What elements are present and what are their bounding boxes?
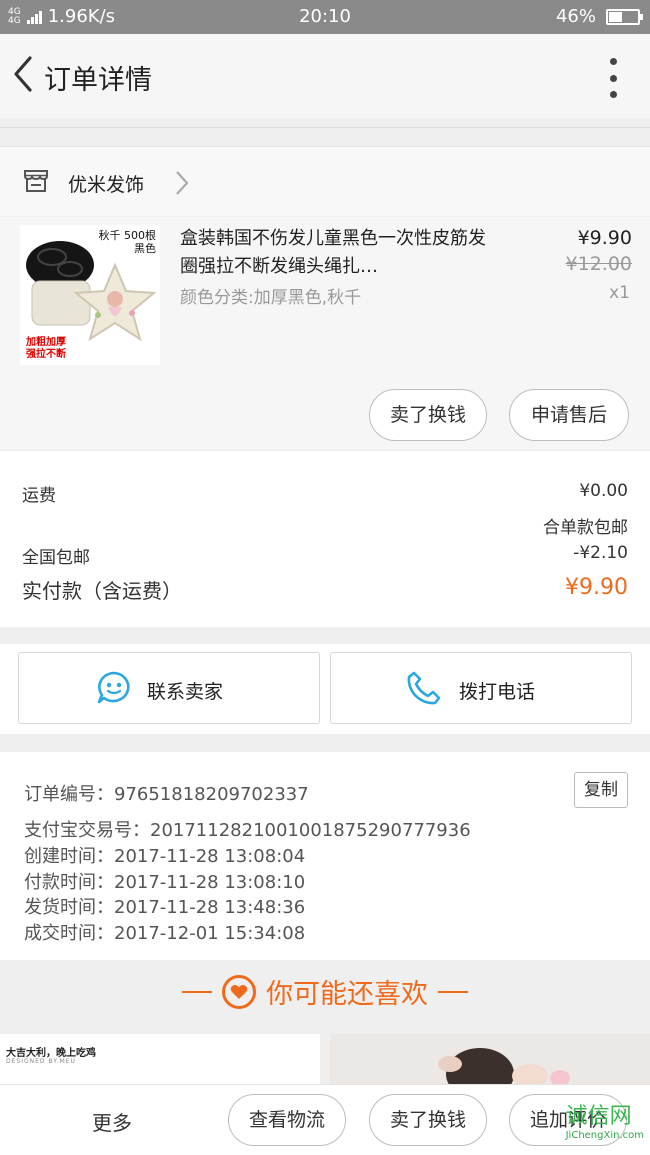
free-shipping-value: -¥2.10 <box>573 543 628 563</box>
chevron-left-icon <box>14 56 32 92</box>
recommend-card[interactable]: 大吉大利，晚上吃鸡 DESIGNED BY.MEU <box>0 1034 320 1084</box>
sell-button[interactable]: 卖了换钱 <box>369 1094 487 1146</box>
recommend-title: 你可能还喜欢 <box>266 979 428 1010</box>
aftersale-button[interactable]: 申请售后 <box>509 389 629 441</box>
free-shipping-row: 全国包邮 -¥2.10 <box>22 543 628 568</box>
page-title: 订单详情 <box>44 65 152 96</box>
product-quantity: x1 <box>609 283 630 303</box>
card-image <box>330 1034 650 1100</box>
card-title: 大吉大利，晚上吃鸡 <box>6 1048 96 1059</box>
product-image[interactable]: 秋千 500根 黑色 加粗加厚 强拉不断 <box>20 225 160 365</box>
divider-left <box>182 990 212 993</box>
product-price: ¥9.90 <box>577 227 632 249</box>
shipping-value: ¥0.00 <box>579 481 628 501</box>
contact-seller-label: 联系卖家 <box>147 681 224 703</box>
view-logistics-button[interactable]: 查看物流 <box>228 1094 346 1146</box>
order-info: 订单编号：97651818209702337 复制 支付宝交易号：2017112… <box>0 752 650 960</box>
created-time: 创建时间：2017-11-28 13:08:04 <box>24 846 306 867</box>
shop-row[interactable]: 优米发饰 <box>0 146 650 216</box>
status-bar: 4G 4G 1.96K/s 20:10 46% <box>0 0 650 34</box>
card-subtitle: DESIGNED BY.MEU <box>6 1058 76 1065</box>
product-sku: 颜色分类:加厚黑色,秋千 <box>180 288 362 308</box>
sell-button[interactable]: 卖了换钱 <box>369 389 487 441</box>
product-title[interactable]: 盒装韩国不伤发儿童黑色一次性皮筋发圈强拉不断发绳头绳扎… <box>180 225 500 281</box>
watermark: 诚信网 JiChengXin.com <box>565 1104 644 1141</box>
nav-bar: 订单详情 <box>0 34 650 118</box>
shipping-row: 运费 ¥0.00 <box>22 481 628 506</box>
contact-bar: 联系卖家 拨打电话 <box>0 644 650 734</box>
heart-icon <box>222 974 256 1009</box>
order-number: 订单编号：97651818209702337 <box>24 784 309 805</box>
status-right: 46% <box>555 6 643 27</box>
total-value: ¥9.90 <box>565 575 628 600</box>
original-price: ¥12.00 <box>565 253 632 275</box>
shop-name: 优米发饰 <box>68 174 145 196</box>
more-vertical-icon[interactable] <box>606 58 620 98</box>
recommend-header: 你可能还喜欢 <box>0 960 650 1028</box>
bottom-action-bar: 更多 查看物流 卖了换钱 追加评价 <box>0 1084 650 1155</box>
total-row: 实付款（含运费） ¥9.90 <box>22 575 628 604</box>
contact-seller-button[interactable]: 联系卖家 <box>18 652 320 724</box>
battery-icon <box>606 8 643 25</box>
recommend-list: 大吉大利，晚上吃鸡 DESIGNED BY.MEU <box>0 1034 650 1100</box>
chat-bubble-icon <box>97 671 130 704</box>
recommend-card[interactable] <box>330 1034 650 1100</box>
chevron-right-icon <box>176 171 189 195</box>
shipping-label: 运费 <box>22 486 56 506</box>
store-icon <box>24 170 48 192</box>
copy-button[interactable]: 复制 <box>574 772 628 808</box>
call-phone-button[interactable]: 拨打电话 <box>330 652 632 724</box>
shipped-time: 发货时间：2017-11-28 13:48:36 <box>24 897 306 918</box>
paid-time: 付款时间：2017-11-28 13:08:10 <box>24 872 306 893</box>
divider <box>0 127 650 128</box>
fee-summary: 运费 ¥0.00 合单款包邮 全国包邮 -¥2.10 实付款（含运费） ¥9.9… <box>0 451 650 627</box>
shipping-note: 合单款包邮 <box>543 518 628 538</box>
divider-right <box>438 990 468 993</box>
battery-percent: 46% <box>555 6 596 27</box>
total-label: 实付款（含运费） <box>22 579 182 603</box>
image-badge: 加粗加厚 强拉不断 <box>26 337 66 360</box>
image-tag: 秋千 500根 黑色 <box>98 229 157 255</box>
alipay-number: 支付宝交易号：2017112821001001875290777936 <box>24 820 471 841</box>
more-button[interactable]: 更多 <box>92 1107 132 1136</box>
goods-item[interactable]: 秋千 500根 黑色 加粗加厚 强拉不断 盒装韩国不伤发儿童黑色一次性皮筋发圈强拉不… <box>0 217 650 449</box>
completed-time: 成交时间：2017-12-01 15:34:08 <box>24 923 306 944</box>
call-phone-label: 拨打电话 <box>459 681 536 703</box>
clock: 20:10 <box>299 6 351 27</box>
free-shipping-label: 全国包邮 <box>22 548 90 568</box>
back-button[interactable] <box>8 54 40 94</box>
phone-icon <box>407 671 441 705</box>
